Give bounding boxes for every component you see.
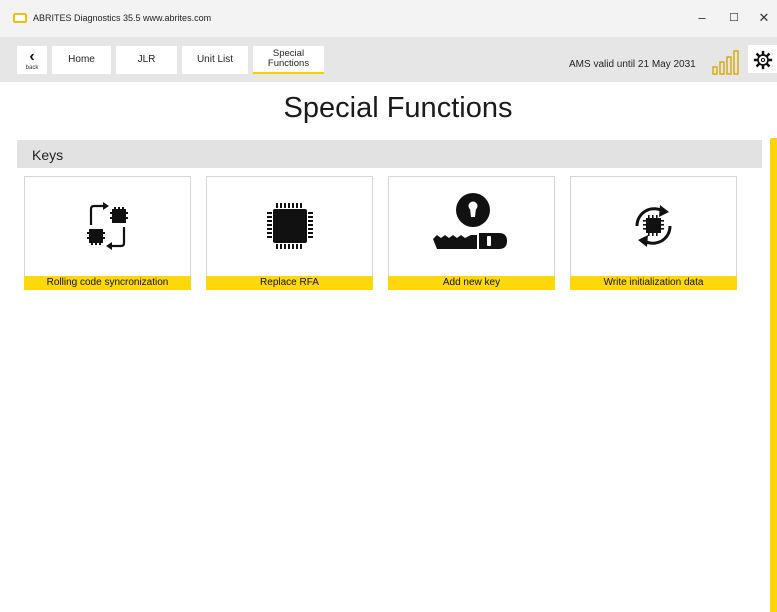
nav-tab-label-line-2: Functions bbox=[267, 58, 310, 69]
tile-write-init-data[interactable]: Write initialization data bbox=[570, 176, 737, 290]
ams-status: AMS valid until 21 May 2031 bbox=[569, 59, 696, 70]
tile-label: Add new key bbox=[388, 276, 555, 290]
minimize-button[interactable]: – bbox=[687, 7, 717, 29]
app-logo-icon bbox=[13, 13, 27, 23]
title-bar: ABRITES Diagnostics 35.5 www.abrites.com… bbox=[0, 0, 777, 37]
tile-rolling-code-sync[interactable]: Rolling code syncronization bbox=[24, 176, 191, 290]
gear-icon bbox=[753, 50, 773, 70]
section-header: Keys bbox=[17, 140, 762, 168]
back-button[interactable]: ‹ back bbox=[17, 46, 47, 74]
back-arrow-icon: ‹ bbox=[29, 48, 35, 65]
close-button[interactable]: ✕ bbox=[749, 7, 777, 29]
tile-label: Replace RFA bbox=[206, 276, 373, 290]
nav-tab-unit-list[interactable]: Unit List bbox=[182, 46, 248, 74]
page-title: Special Functions bbox=[283, 92, 513, 124]
tile-label: Write initialization data bbox=[570, 276, 737, 290]
chip-icon bbox=[267, 203, 313, 249]
nav-tab-special-functions[interactable]: Special Functions bbox=[253, 46, 324, 74]
signal-bars-icon bbox=[712, 50, 739, 75]
tile-replace-rfa[interactable]: Replace RFA bbox=[206, 176, 373, 290]
maximize-button[interactable]: ☐ bbox=[719, 7, 749, 29]
rolling-code-sync-icon bbox=[87, 202, 128, 250]
nav-tab-jlr[interactable]: JLR bbox=[116, 46, 177, 74]
add-key-icon bbox=[433, 193, 507, 249]
scrollbar[interactable] bbox=[770, 138, 777, 612]
back-label: back bbox=[25, 65, 39, 71]
nav-tab-home[interactable]: Home bbox=[52, 46, 111, 74]
section-title: Keys bbox=[32, 147, 64, 163]
write-init-chip-icon bbox=[635, 205, 672, 247]
window-title: ABRITES Diagnostics 35.5 www.abrites.com bbox=[33, 13, 212, 23]
settings-button[interactable] bbox=[748, 45, 777, 73]
tile-label: Rolling code syncronization bbox=[24, 276, 191, 290]
tile-add-new-key[interactable]: Add new key bbox=[388, 176, 555, 290]
